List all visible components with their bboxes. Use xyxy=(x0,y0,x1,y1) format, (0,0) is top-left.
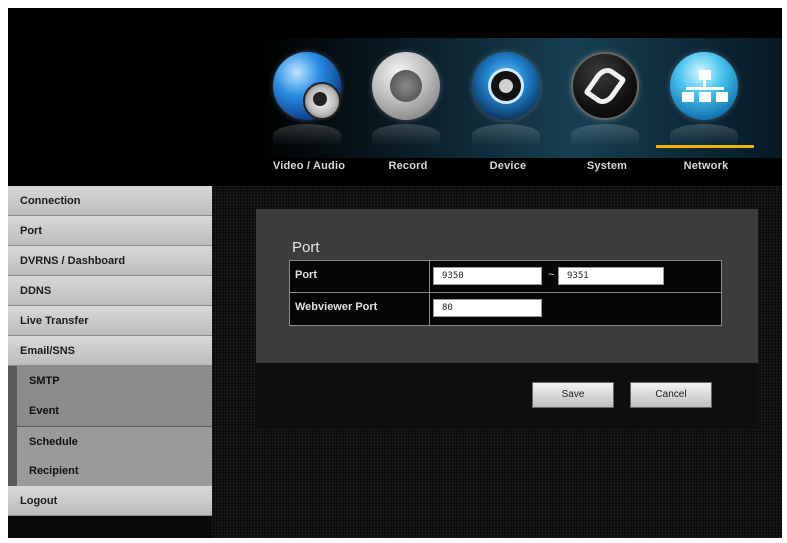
sidebar-subitem-event[interactable]: Event xyxy=(8,396,212,426)
sidebar-item-logout[interactable]: Logout xyxy=(8,486,212,516)
webviewer-port-label: Webviewer Port xyxy=(295,301,378,313)
port-end-input[interactable]: 9351 xyxy=(558,267,664,285)
network-icon-reflection xyxy=(670,124,738,146)
port-range-separator: ~ xyxy=(548,269,555,281)
main-content: Port Port 9350 ~ 9351 Webviewer Port 80 … xyxy=(212,186,782,538)
nav-label-system: System xyxy=(586,160,628,172)
video-audio-icon xyxy=(273,52,341,120)
port-settings-panel: Port Port 9350 ~ 9351 Webviewer Port 80 xyxy=(256,209,758,363)
webviewer-port-input[interactable]: 80 xyxy=(433,299,542,317)
action-bar: Save Cancel xyxy=(256,363,758,428)
sidebar-item-ddns[interactable]: DDNS xyxy=(8,276,212,306)
nav-label-network: Network xyxy=(683,160,729,172)
network-icon xyxy=(670,52,738,120)
record-icon xyxy=(372,52,440,120)
nav-tab-system[interactable]: System xyxy=(557,48,657,188)
system-icon xyxy=(571,52,639,120)
sidebar-item-connection[interactable]: Connection xyxy=(8,186,212,216)
dvr-setup-screen: Video / Audio Record Device System Netwo… xyxy=(8,8,782,538)
save-button[interactable]: Save xyxy=(532,382,614,408)
nav-tab-device[interactable]: Device xyxy=(458,48,558,188)
sidebar-subitem-recipient[interactable]: Recipient xyxy=(8,456,212,486)
sidebar-item-email-sns[interactable]: Email/SNS xyxy=(8,336,212,366)
sidebar-item-port[interactable]: Port xyxy=(8,216,212,246)
device-icon-reflection xyxy=(472,124,540,146)
record-icon-reflection xyxy=(372,124,440,146)
nav-tab-record[interactable]: Record xyxy=(358,48,458,188)
device-icon xyxy=(472,52,540,120)
port-start-input[interactable]: 9350 xyxy=(433,267,542,285)
nav-label-video-audio: Video / Audio xyxy=(272,160,346,172)
selected-tab-underline xyxy=(656,145,754,148)
nav-label-record: Record xyxy=(388,160,428,172)
table-row-port: Port 9350 ~ 9351 xyxy=(290,261,721,293)
cancel-button[interactable]: Cancel xyxy=(630,382,712,408)
panel-title: Port xyxy=(292,239,320,256)
nav-label-device: Device xyxy=(489,160,527,172)
table-row-webviewer-port: Webviewer Port 80 xyxy=(290,293,721,325)
port-settings-table: Port 9350 ~ 9351 Webviewer Port 80 xyxy=(289,260,722,326)
port-label: Port xyxy=(295,269,317,281)
sidebar-item-live-transfer[interactable]: Live Transfer xyxy=(8,306,212,336)
sidebar: Connection Port DVRNS / Dashboard DDNS L… xyxy=(8,186,212,538)
video-audio-icon-reflection xyxy=(273,124,341,146)
nav-tab-video-audio[interactable]: Video / Audio xyxy=(259,48,359,188)
sidebar-subitem-schedule[interactable]: Schedule xyxy=(8,426,212,456)
sidebar-item-dvrns-dashboard[interactable]: DVRNS / Dashboard xyxy=(8,246,212,276)
sidebar-subitem-smtp[interactable]: SMTP xyxy=(8,366,212,396)
system-icon-reflection xyxy=(571,124,639,146)
nav-tab-network[interactable]: Network xyxy=(656,48,756,188)
top-navigation: Video / Audio Record Device System Netwo… xyxy=(8,8,782,188)
